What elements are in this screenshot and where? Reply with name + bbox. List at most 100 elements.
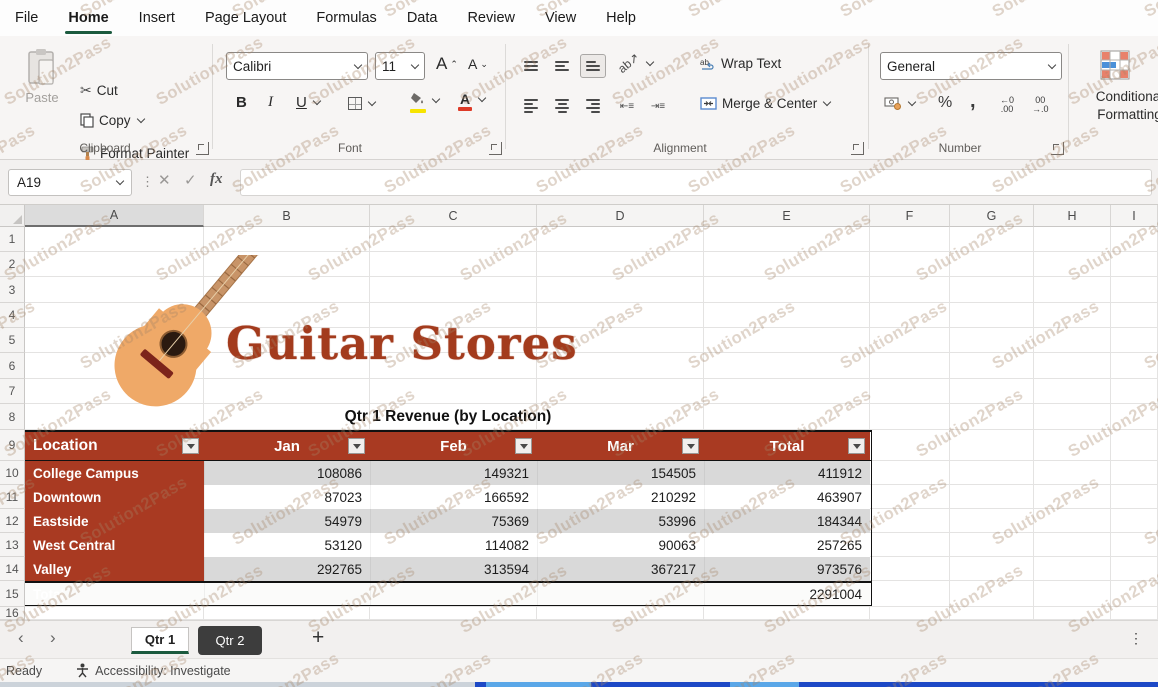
cell-feb[interactable]: 114082	[370, 533, 537, 557]
cancel-icon[interactable]: ✕	[158, 171, 171, 189]
copy-button[interactable]: Copy	[80, 113, 144, 128]
increase-indent-button[interactable]: ⇥≡	[645, 94, 671, 118]
row-header-9[interactable]: 9	[0, 430, 25, 461]
sheet-tab-qtr-1[interactable]: Qtr 1	[131, 627, 189, 654]
number-dialog-launcher[interactable]	[1051, 142, 1064, 155]
ribbon-tab-file[interactable]: File	[0, 0, 53, 36]
enter-icon[interactable]: ✓	[184, 171, 197, 189]
sheet-more-icon[interactable]: ⋮	[1129, 630, 1144, 647]
cell-mar[interactable]: 90063	[537, 533, 704, 557]
cell-location[interactable]: West Central	[25, 533, 204, 557]
percent-style-button[interactable]: %	[938, 94, 952, 112]
cell-location[interactable]: Eastside	[25, 509, 204, 533]
cell-jan[interactable]: 108086	[204, 461, 370, 485]
column-header-E[interactable]: E	[704, 205, 870, 227]
alignment-dialog-launcher[interactable]	[851, 142, 864, 155]
filter-dropdown-icon[interactable]	[348, 438, 365, 454]
cell-location[interactable]: College Campus	[25, 461, 204, 485]
logo-text[interactable]: Guitar Stores	[226, 317, 578, 370]
row-header-16[interactable]: 16	[0, 607, 25, 620]
table-header-total[interactable]: Total	[704, 432, 870, 460]
middle-align-button[interactable]	[549, 54, 575, 78]
clipboard-dialog-launcher[interactable]	[196, 142, 209, 155]
table-header-jan[interactable]: Jan	[204, 432, 370, 460]
italic-button[interactable]: I	[268, 94, 273, 111]
prev-sheet-icon[interactable]: ‹	[18, 628, 24, 648]
cell-total-feb[interactable]	[370, 583, 537, 605]
ribbon-tab-home[interactable]: Home	[53, 0, 123, 36]
bottom-align-button[interactable]	[580, 54, 606, 78]
cell-total-jan[interactable]	[204, 583, 370, 605]
column-header-A[interactable]: A	[25, 205, 204, 227]
row-header-11[interactable]: 11	[0, 485, 25, 509]
row-header-3[interactable]: 3	[0, 277, 25, 303]
grow-font-button[interactable]: A⌃	[436, 54, 458, 74]
table-header-mar[interactable]: Mar	[537, 432, 704, 460]
next-sheet-icon[interactable]: ›	[50, 628, 56, 648]
cell-total-label[interactable]: Total	[25, 583, 204, 605]
column-header-B[interactable]: B	[204, 205, 370, 227]
row-header-2[interactable]: 2	[0, 252, 25, 277]
column-header-F[interactable]: F	[870, 205, 950, 227]
cell-mar[interactable]: 154505	[537, 461, 704, 485]
decrease-indent-button[interactable]: ⇤≡	[614, 94, 640, 118]
cell-location[interactable]: Valley	[25, 557, 204, 581]
column-header-G[interactable]: G	[950, 205, 1034, 227]
decrease-decimal-button[interactable]: 00→.0	[1032, 96, 1049, 114]
font-name-select[interactable]: Calibri	[226, 52, 368, 80]
cell-total[interactable]: 463907	[704, 485, 870, 509]
formula-input[interactable]	[240, 169, 1152, 196]
underline-button[interactable]: U	[296, 94, 320, 111]
cell-total[interactable]: 184344	[704, 509, 870, 533]
cell-jan[interactable]: 292765	[204, 557, 370, 581]
column-header-D[interactable]: D	[537, 205, 704, 227]
font-dialog-launcher[interactable]	[489, 142, 502, 155]
row-header-13[interactable]: 13	[0, 533, 25, 557]
ribbon-tab-view[interactable]: View	[530, 0, 591, 36]
column-header-H[interactable]: H	[1034, 205, 1111, 227]
cell-feb[interactable]: 166592	[370, 485, 537, 509]
row-header-7[interactable]: 7	[0, 379, 25, 404]
cell-jan[interactable]: 53120	[204, 533, 370, 557]
wrap-text-button[interactable]: ab Wrap Text	[700, 56, 781, 71]
row-header-8[interactable]: 8	[0, 404, 25, 430]
column-header-I[interactable]: I	[1111, 205, 1158, 227]
cell-location[interactable]: Downtown	[25, 485, 204, 509]
cell-total-total[interactable]: 2291004	[704, 583, 870, 605]
table-header-feb[interactable]: Feb	[370, 432, 537, 460]
filter-dropdown-icon[interactable]	[682, 438, 699, 454]
name-box[interactable]: A19	[8, 169, 132, 196]
accounting-format-button[interactable]	[884, 96, 915, 110]
ribbon-tab-help[interactable]: Help	[591, 0, 651, 36]
cell-feb[interactable]: 313594	[370, 557, 537, 581]
row-header-14[interactable]: 14	[0, 557, 25, 581]
shrink-font-button[interactable]: A⌄	[468, 56, 488, 72]
row-header-10[interactable]: 10	[0, 461, 25, 485]
filter-dropdown-icon[interactable]	[515, 438, 532, 454]
conditional-formatting-button[interactable]	[1100, 50, 1130, 80]
ribbon-tab-formulas[interactable]: Formulas	[301, 0, 391, 36]
top-align-button[interactable]	[518, 54, 544, 78]
cell-total[interactable]: 973576	[704, 557, 870, 581]
ribbon-tab-page-layout[interactable]: Page Layout	[190, 0, 301, 36]
cell-jan[interactable]: 87023	[204, 485, 370, 509]
filter-dropdown-icon[interactable]	[848, 438, 865, 454]
center-button[interactable]	[549, 94, 575, 118]
orientation-button[interactable]: ab↗	[617, 56, 653, 70]
comma-style-button[interactable]: ,	[970, 90, 976, 113]
bold-button[interactable]: B	[236, 94, 247, 111]
font-color-button[interactable]: A	[458, 91, 485, 108]
cut-button[interactable]: ✂ Cut	[80, 82, 118, 99]
video-progress-bar[interactable]	[0, 682, 1158, 687]
cell-mar[interactable]: 210292	[537, 485, 704, 509]
cell-feb[interactable]: 75369	[370, 509, 537, 533]
row-header-1[interactable]: 1	[0, 227, 25, 252]
select-all-corner[interactable]	[0, 205, 25, 227]
row-header-4[interactable]: 4	[0, 303, 25, 328]
increase-decimal-button[interactable]: ←0.00	[1000, 96, 1014, 114]
ribbon-tab-insert[interactable]: Insert	[124, 0, 190, 36]
cell-total-mar[interactable]	[537, 583, 704, 605]
cell-feb[interactable]: 149321	[370, 461, 537, 485]
column-header-C[interactable]: C	[370, 205, 537, 227]
accessibility-status[interactable]: Accessibility: Investigate	[76, 663, 230, 678]
